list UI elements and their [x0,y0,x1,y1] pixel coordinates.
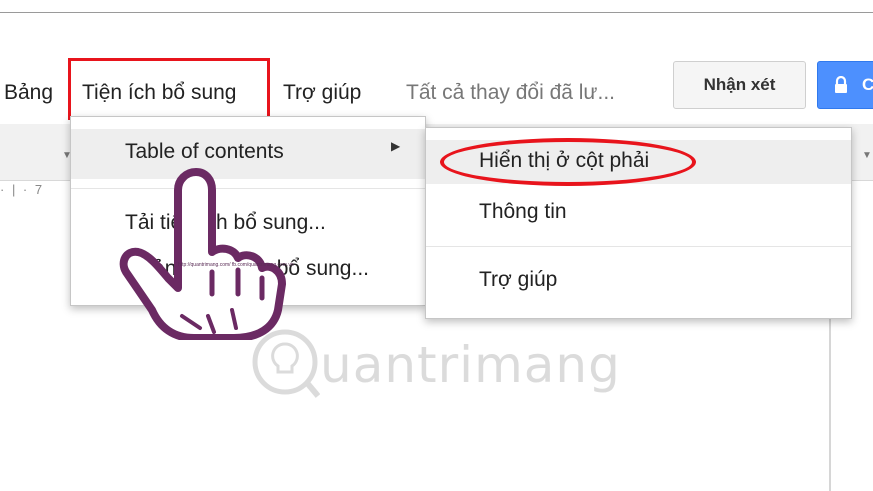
hand-overlay-caption: http://quantrimang.com/ fb.com/quantrima… [178,262,294,268]
watermark-text: uantrimang [320,336,621,394]
menu-table[interactable]: Bảng [4,80,53,106]
window-top-divider [0,12,873,13]
comments-button[interactable]: Nhận xét [673,61,806,109]
submenu-item-label: Thông tin [479,200,567,223]
menu-help[interactable]: Trợ giúp [283,80,361,106]
save-status: Tất cả thay đổi đã lư... [406,81,615,104]
toolbar-dropdown-arrow-icon[interactable]: ▼ [862,150,872,161]
addons-menu-highlight-box [68,58,270,120]
pointing-hand-icon [119,168,286,340]
submenu-arrow-icon: ▶ [391,139,401,153]
submenu-item-help[interactable]: Trợ giúp [426,262,851,302]
page-edge [829,318,831,491]
ruler[interactable]: · | · 7 [0,182,80,206]
watermark-logo: uantrimang [250,322,670,412]
lock-icon [835,76,847,93]
menu-divider [426,246,851,247]
share-button-label: C [862,62,873,108]
show-right-column-highlight-ellipse [440,138,696,186]
share-button[interactable]: C [817,61,873,109]
submenu-item-label: Trợ giúp [479,268,558,291]
submenu-item-info[interactable]: Thông tin [426,196,851,236]
